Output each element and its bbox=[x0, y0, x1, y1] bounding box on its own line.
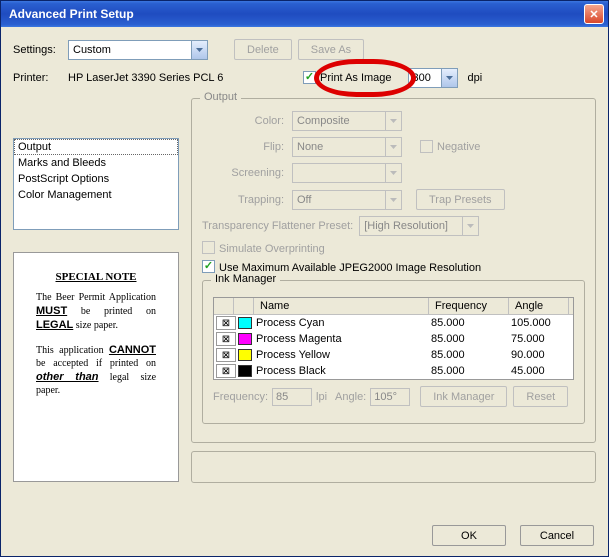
preview-para-1: The Beer Permit Application MUST be prin… bbox=[36, 291, 156, 333]
ink-col-freq: Frequency bbox=[429, 298, 509, 314]
settings-label: Settings: bbox=[13, 44, 68, 56]
angle-field: 105° bbox=[370, 388, 410, 406]
nav-item-output[interactable]: Output bbox=[14, 139, 178, 155]
x-icon: ⊠ bbox=[216, 348, 236, 362]
nav-list: Output Marks and Bleeds PostScript Optio… bbox=[13, 138, 179, 230]
dpi-combo[interactable]: 300 bbox=[408, 68, 458, 88]
angle-label: Angle: bbox=[335, 391, 366, 403]
status-box bbox=[191, 451, 596, 483]
x-icon: ⊠ bbox=[216, 364, 236, 378]
delete-button: Delete bbox=[234, 39, 292, 60]
ink-manager-group: Ink Manager Name Frequency Angle ⊠ bbox=[202, 280, 585, 424]
ink-row[interactable]: ⊠ Process Magenta 85.000 75.000 bbox=[214, 331, 573, 347]
close-button[interactable]: ✕ bbox=[584, 4, 604, 24]
swatch-icon bbox=[238, 349, 252, 361]
color-combo: Composite bbox=[292, 111, 402, 131]
flip-label: Flip: bbox=[202, 141, 292, 153]
nav-item-color[interactable]: Color Management bbox=[14, 187, 178, 203]
output-legend: Output bbox=[200, 91, 241, 103]
ink-manager-button: Ink Manager bbox=[420, 386, 507, 407]
printer-label: Printer: bbox=[13, 72, 68, 84]
nav-item-marks[interactable]: Marks and Bleeds bbox=[14, 155, 178, 171]
trapping-label: Trapping: bbox=[202, 194, 292, 206]
ink-row[interactable]: ⊠ Process Yellow 85.000 90.000 bbox=[214, 347, 573, 363]
print-as-image-label: Print As Image bbox=[320, 72, 392, 84]
freq-field: 85 bbox=[272, 388, 312, 406]
lpi-label: lpi bbox=[316, 391, 327, 403]
color-label: Color: bbox=[202, 115, 292, 127]
chevron-down-icon bbox=[385, 138, 401, 156]
titlebar: Advanced Print Setup ✕ bbox=[1, 1, 608, 27]
preview-para-2: This application CANNOT be accepted if p… bbox=[36, 343, 156, 398]
freq-label: Frequency: bbox=[213, 391, 268, 403]
ink-col-name: Name bbox=[254, 298, 429, 314]
chevron-down-icon bbox=[385, 112, 401, 130]
ink-row[interactable]: ⊠ Process Cyan 85.000 105.000 bbox=[214, 315, 573, 331]
flattener-label: Transparency Flattener Preset: bbox=[202, 220, 353, 232]
trap-presets-button: Trap Presets bbox=[416, 189, 505, 210]
ink-table: Name Frequency Angle ⊠ Process Cyan 85.0… bbox=[213, 297, 574, 380]
ok-button[interactable]: OK bbox=[432, 525, 506, 546]
printer-name: HP LaserJet 3390 Series PCL 6 bbox=[68, 72, 303, 84]
settings-value: Custom bbox=[73, 44, 111, 56]
dpi-value: 300 bbox=[413, 72, 431, 84]
chevron-down-icon bbox=[385, 164, 401, 182]
ink-row[interactable]: ⊠ Process Black 85.000 45.000 bbox=[214, 363, 573, 379]
swatch-icon bbox=[238, 317, 252, 329]
chevron-down-icon bbox=[462, 217, 478, 235]
page-preview: SPECIAL NOTE The Beer Permit Application… bbox=[13, 252, 179, 482]
trapping-combo: Off bbox=[292, 190, 402, 210]
advanced-print-setup-window: Advanced Print Setup ✕ Settings: Custom … bbox=[0, 0, 609, 557]
x-icon: ⊠ bbox=[216, 316, 236, 330]
output-group: Output Color: Composite Flip: None bbox=[191, 98, 596, 443]
print-as-image-checkbox[interactable] bbox=[303, 71, 316, 84]
close-icon: ✕ bbox=[589, 8, 598, 21]
window-title: Advanced Print Setup bbox=[5, 7, 584, 21]
negative-label: Negative bbox=[437, 141, 480, 153]
ink-col-angle: Angle bbox=[509, 298, 569, 314]
negative-checkbox bbox=[420, 140, 433, 153]
x-icon: ⊠ bbox=[216, 332, 236, 346]
cancel-button[interactable]: Cancel bbox=[520, 525, 594, 546]
chevron-down-icon bbox=[385, 191, 401, 209]
nav-item-postscript[interactable]: PostScript Options bbox=[14, 171, 178, 187]
simulate-label: Simulate Overprinting bbox=[219, 243, 325, 255]
screening-combo bbox=[292, 163, 402, 183]
save-as-button: Save As bbox=[298, 39, 364, 60]
reset-button: Reset bbox=[513, 386, 568, 407]
preview-heading: SPECIAL NOTE bbox=[36, 271, 156, 283]
flip-combo: None bbox=[292, 137, 402, 157]
chevron-down-icon bbox=[441, 69, 457, 87]
jpeg2000-label: Use Maximum Available JPEG2000 Image Res… bbox=[219, 262, 481, 274]
dpi-label: dpi bbox=[468, 72, 483, 84]
screening-label: Screening: bbox=[202, 167, 292, 179]
chevron-down-icon bbox=[191, 41, 207, 59]
jpeg2000-checkbox[interactable] bbox=[202, 260, 215, 273]
simulate-checkbox bbox=[202, 241, 215, 254]
flattener-combo: [High Resolution] bbox=[359, 216, 479, 236]
ink-legend: Ink Manager bbox=[211, 273, 280, 285]
swatch-icon bbox=[238, 333, 252, 345]
settings-combo[interactable]: Custom bbox=[68, 40, 208, 60]
swatch-icon bbox=[238, 365, 252, 377]
